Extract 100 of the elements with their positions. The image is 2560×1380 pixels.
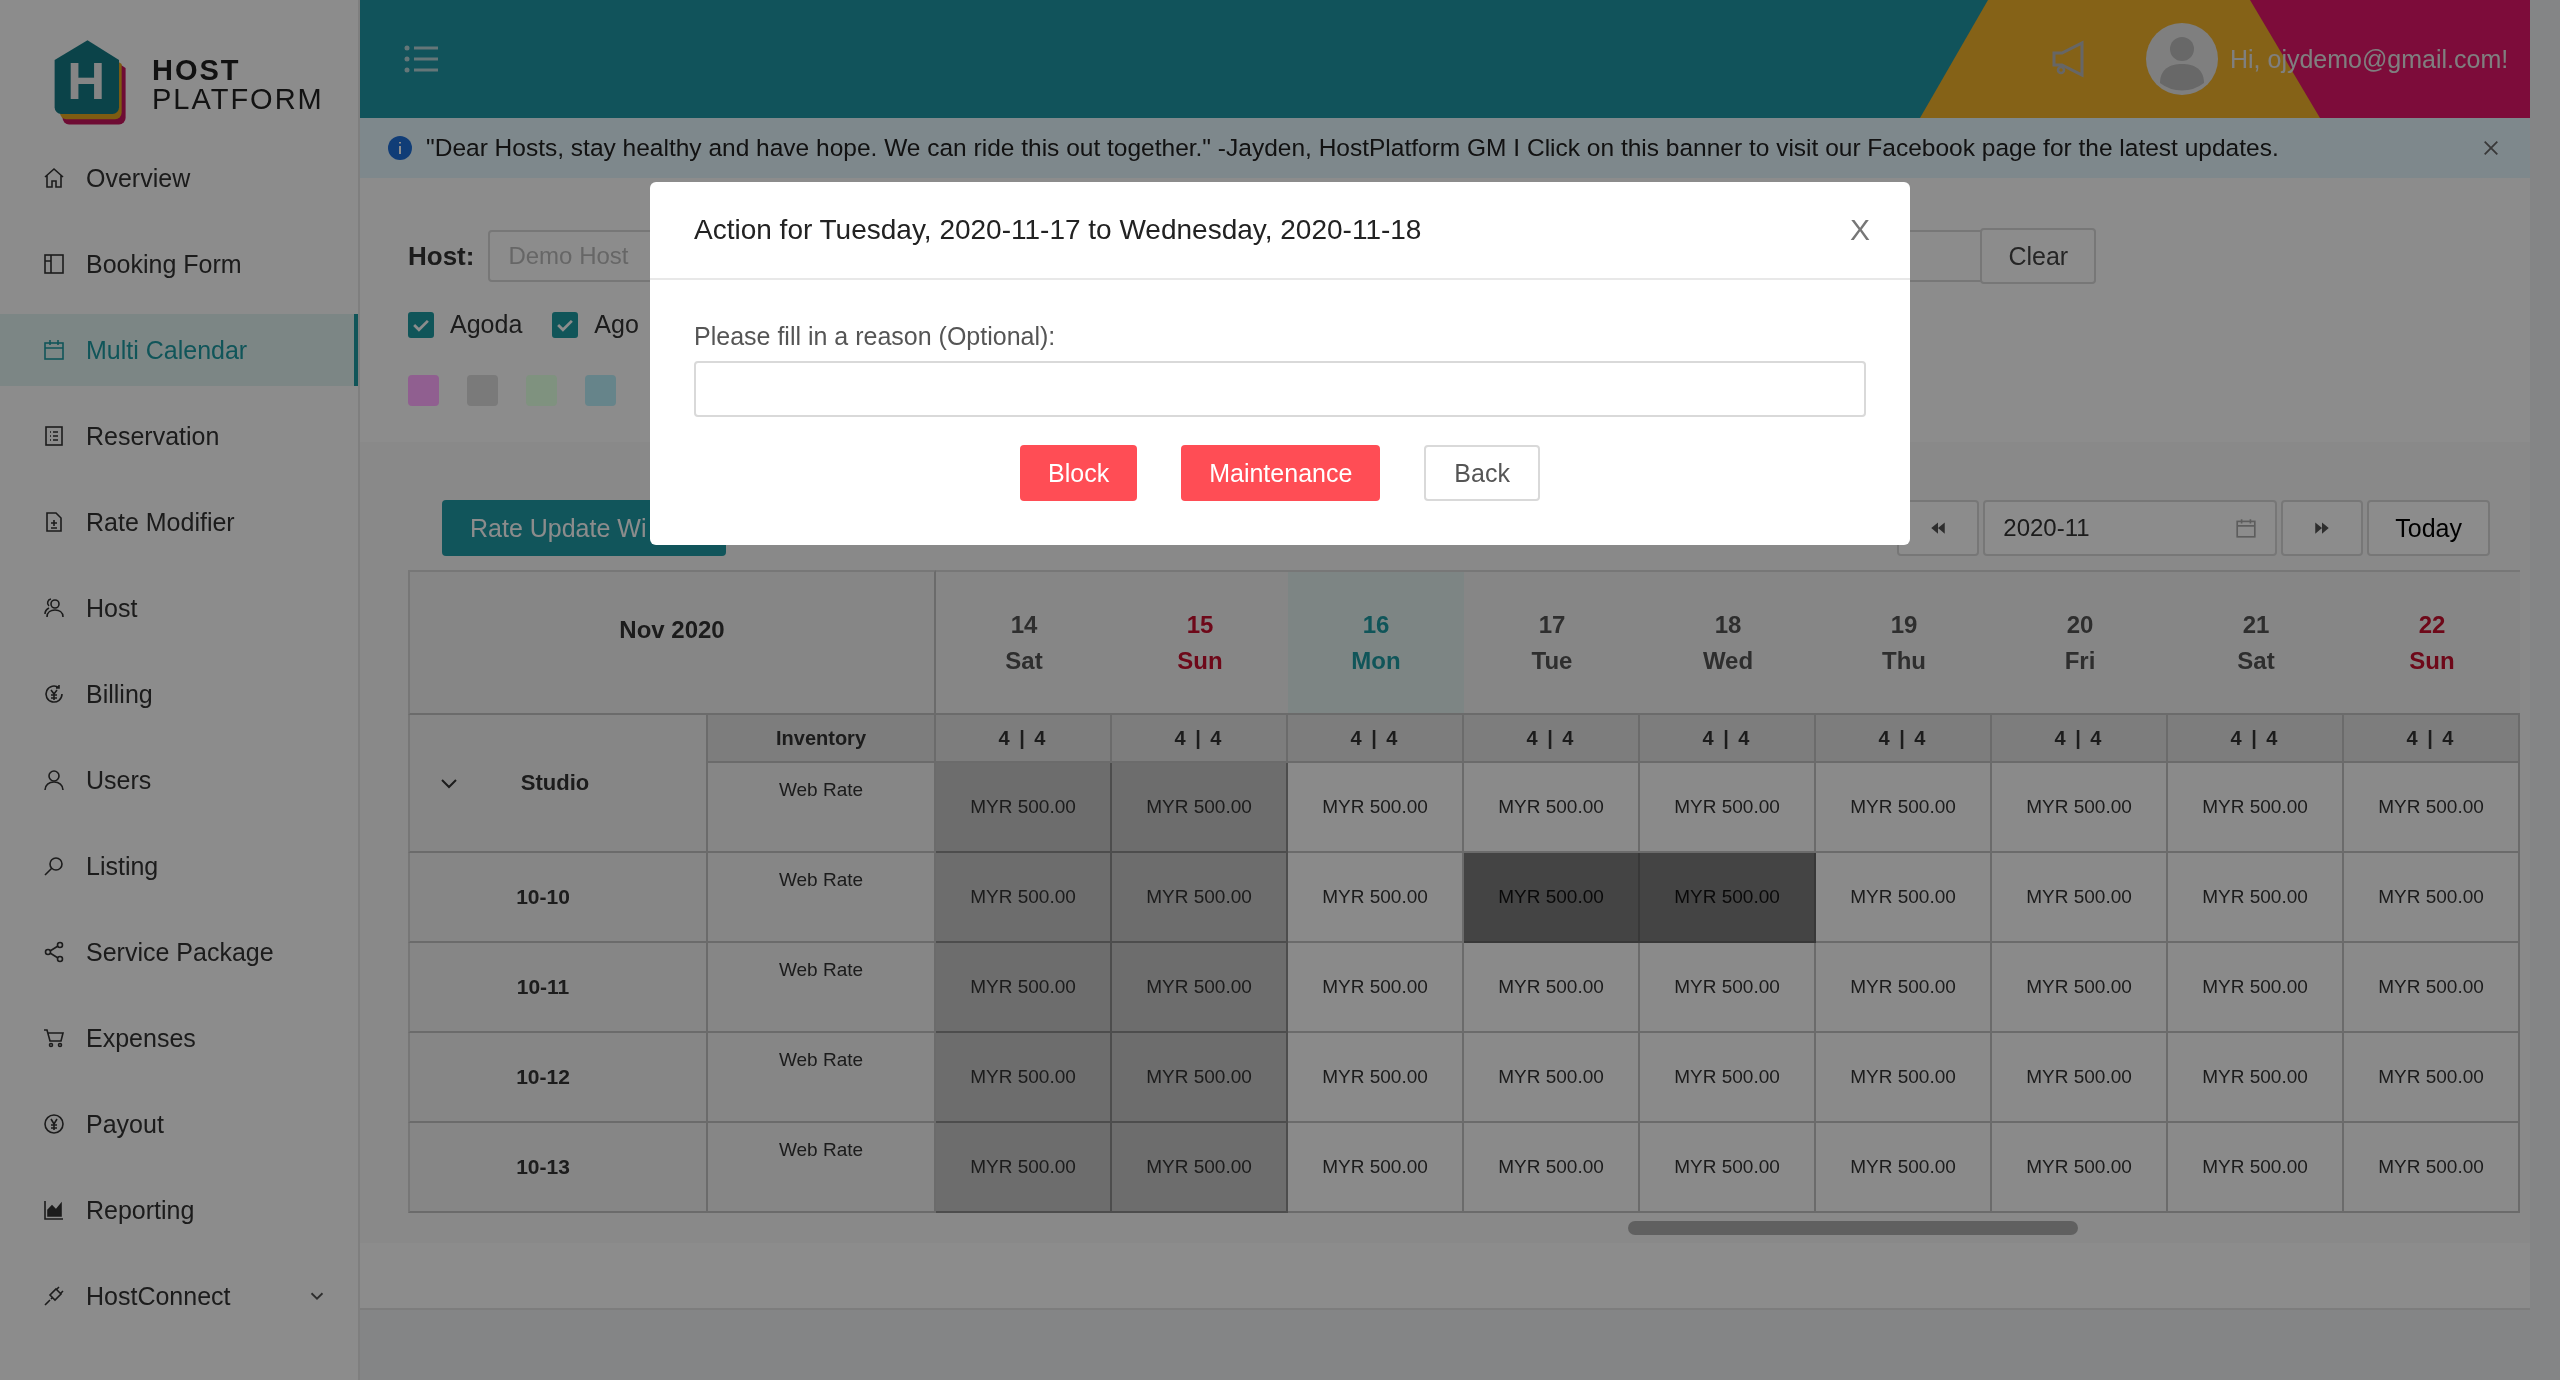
- reason-field[interactable]: [694, 361, 1866, 417]
- user-icon: [42, 768, 66, 792]
- day-header: 22 Sun: [2344, 570, 2520, 715]
- rate-cell[interactable]: MYR 500.00: [1288, 943, 1464, 1033]
- rate-cell[interactable]: MYR 500.00: [936, 1123, 1112, 1213]
- list-icon: [42, 424, 66, 448]
- rate-cell[interactable]: MYR 500.00: [1816, 1123, 1992, 1213]
- rate-cell[interactable]: MYR 500.00: [1288, 853, 1464, 943]
- rate-cell[interactable]: MYR 500.00: [1816, 943, 1992, 1033]
- rate-cell[interactable]: MYR 500.00: [1816, 853, 1992, 943]
- month-field[interactable]: 2020-11: [1983, 500, 2278, 556]
- close-icon[interactable]: [2482, 139, 2500, 157]
- day-header: 14 Sat: [936, 570, 1112, 715]
- rate-cell[interactable]: MYR 500.00: [2168, 763, 2344, 853]
- sidebar-item[interactable]: Expenses: [0, 1002, 358, 1074]
- next-button[interactable]: [2281, 500, 2364, 556]
- rate-cell[interactable]: MYR 500.00: [1640, 943, 1816, 1033]
- checkbox[interactable]: [408, 311, 434, 338]
- rate-cell[interactable]: MYR 500.00: [1464, 1033, 1640, 1123]
- cart-icon: [42, 1026, 66, 1050]
- day-header: 20 Fri: [1992, 570, 2168, 715]
- rate-label-cell: Web Rate: [708, 1123, 936, 1213]
- rate-cell[interactable]: MYR 500.00: [1112, 1033, 1288, 1123]
- channel-checkbox[interactable]: Agoda: [408, 310, 523, 339]
- rate-cell[interactable]: MYR 500.00: [2344, 1033, 2520, 1123]
- rate-cell[interactable]: MYR 500.00: [2344, 853, 2520, 943]
- room-type-cell[interactable]: Studio: [408, 715, 708, 853]
- rate-cell[interactable]: MYR 500.00: [1464, 1123, 1640, 1213]
- rate-cell[interactable]: MYR 500.00: [1112, 853, 1288, 943]
- search-icon: [42, 854, 66, 878]
- rate-cell[interactable]: MYR 500.00: [1288, 763, 1464, 853]
- checkbox[interactable]: [552, 311, 579, 338]
- sidebar-item[interactable]: Users: [0, 744, 358, 816]
- rate-cell[interactable]: MYR 500.00: [936, 853, 1112, 943]
- calendar-icon: [42, 338, 66, 362]
- announcement-banner[interactable]: "Dear Hosts, stay healthy and have hope. We can ride this out together." -Jayden, HostPlatform GM I Click on this banner to visit our Facebook page for the latest updates.: [360, 118, 2530, 178]
- scrollbar-thumb[interactable]: [1628, 1221, 2078, 1235]
- close-button[interactable]: X: [1844, 212, 1876, 248]
- rate-cell[interactable]: MYR 500.00: [1992, 1033, 2168, 1123]
- rate-cell[interactable]: MYR 500.00: [1992, 853, 2168, 943]
- rate-cell[interactable]: MYR 500.00: [1288, 1123, 1464, 1213]
- sidebar-item[interactable]: Booking Form: [0, 228, 358, 300]
- rate-cell[interactable]: MYR 500.00: [1816, 763, 1992, 853]
- rate-cell[interactable]: MYR 500.00: [1816, 1033, 1992, 1123]
- rate-cell[interactable]: MYR 500.00: [1992, 1123, 2168, 1213]
- sidebar-item[interactable]: Rate Modifier: [0, 486, 358, 558]
- dialog-button[interactable]: Back: [1424, 445, 1540, 501]
- rate-cell[interactable]: MYR 500.00: [1640, 1033, 1816, 1123]
- rate-cell[interactable]: MYR 500.00: [2344, 1123, 2520, 1213]
- inventory-cell: 4 | 4: [1816, 715, 1992, 763]
- sidebar-item[interactable]: Overview: [0, 142, 358, 214]
- rate-cell[interactable]: MYR 500.00: [1464, 943, 1640, 1033]
- day-header: 15 Sun: [1112, 570, 1288, 715]
- field-label: Please fill in a reason (Optional):: [694, 322, 1057, 351]
- rate-cell[interactable]: MYR 500.00: [936, 763, 1112, 853]
- room-name-cell: 10-13: [408, 1123, 708, 1213]
- clear-button[interactable]: Clear: [1980, 228, 2097, 284]
- sidebar-item[interactable]: Payout: [0, 1088, 358, 1160]
- rate-cell[interactable]: MYR 500.00: [1640, 763, 1816, 853]
- rate-cell[interactable]: MYR 500.00: [1112, 763, 1288, 853]
- dialog-button[interactable]: Maintenance: [1181, 445, 1381, 501]
- rate-cell[interactable]: MYR 500.00: [1112, 943, 1288, 1033]
- share-icon: [42, 940, 66, 964]
- sidebar-item[interactable]: HostConnect: [0, 1260, 358, 1332]
- rate-cell[interactable]: MYR 500.00: [1464, 763, 1640, 853]
- today-button[interactable]: Today: [2367, 500, 2490, 556]
- info-icon: [388, 136, 412, 160]
- rate-cell[interactable]: MYR 500.00: [2168, 943, 2344, 1033]
- rate-cell[interactable]: MYR 500.00: [2344, 943, 2520, 1033]
- menu-icon[interactable]: [404, 44, 438, 74]
- dialog-button[interactable]: Block: [1020, 445, 1138, 501]
- sidebar-item[interactable]: Billing: [0, 658, 358, 730]
- room-name-cell: 10-10: [408, 853, 708, 943]
- rate-cell[interactable]: MYR 500.00: [2168, 1033, 2344, 1123]
- banner-text: "Dear Hosts, stay healthy and have hope. We can ride this out together." -Jayden, HostPlatform GM I Click on this banner to visit our Facebook page for the latest updates.: [426, 134, 2279, 162]
- sidebar-item[interactable]: Host: [0, 572, 358, 644]
- rate-cell[interactable]: MYR 500.00: [1288, 1033, 1464, 1123]
- rate-cell[interactable]: MYR 500.00: [936, 1033, 1112, 1123]
- sidebar-item[interactable]: Service Package: [0, 916, 358, 988]
- day-header: 16 Mon: [1288, 570, 1464, 715]
- rate-cell[interactable]: MYR 500.00: [2168, 853, 2344, 943]
- dialog-title: Action for Tuesday, 2020-11-17 to Wednesday, 2020-11-18: [694, 214, 1422, 246]
- inventory-cell: 4 | 4: [1992, 715, 2168, 763]
- rate-label-cell: Web Rate: [708, 1033, 936, 1123]
- avatar-icon[interactable]: [2146, 23, 2218, 95]
- day-header: 19 Thu: [1816, 570, 1992, 715]
- sidebar-item[interactable]: Reporting: [0, 1174, 358, 1246]
- host-label: Host:: [408, 240, 475, 272]
- rate-cell[interactable]: MYR 500.00: [1640, 1123, 1816, 1213]
- rate-cell[interactable]: MYR 500.00: [1992, 763, 2168, 853]
- sidebar-item[interactable]: Reservation: [0, 400, 358, 472]
- rate-cell[interactable]: MYR 500.00: [1992, 943, 2168, 1033]
- inventory-cell: 4 | 4: [2168, 715, 2344, 763]
- rate-cell[interactable]: MYR 500.00: [1112, 1123, 1288, 1213]
- sidebar-item[interactable]: Listing: [0, 830, 358, 902]
- rate-cell[interactable]: MYR 500.00: [936, 943, 1112, 1033]
- channel-checkbox[interactable]: Ago: [552, 310, 639, 339]
- inventory-cell: 4 | 4: [2344, 715, 2520, 763]
- rate-cell[interactable]: MYR 500.00: [2344, 763, 2520, 853]
- rate-cell[interactable]: MYR 500.00: [2168, 1123, 2344, 1213]
